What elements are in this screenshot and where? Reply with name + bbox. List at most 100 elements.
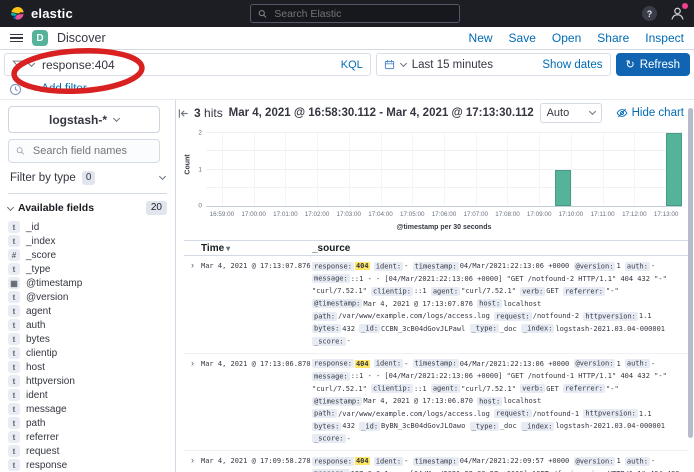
source-field-badge: clientip: xyxy=(371,287,413,296)
gridline xyxy=(412,133,413,206)
time-column-header[interactable]: Time▾ xyxy=(184,243,312,254)
gridline xyxy=(507,133,508,206)
index-pattern-select[interactable]: logstash-* xyxy=(8,106,160,133)
available-fields-header[interactable]: Available fields 20 xyxy=(8,194,167,220)
field-item-_type[interactable]: t_type xyxy=(8,262,167,276)
global-search[interactable] xyxy=(250,4,460,23)
source-field-badge: _id: xyxy=(359,422,380,431)
chart-plot[interactable]: 012 xyxy=(206,133,682,207)
field-item-httpversion[interactable]: thttpversion xyxy=(8,374,167,388)
source-value: 04/Mar/2021:22:13:06 +0000 xyxy=(460,360,570,368)
refresh-button[interactable]: ↻ Refresh xyxy=(616,53,691,76)
filter-by-type[interactable]: Filter by type 0 xyxy=(8,163,167,194)
date-picker[interactable]: Last 15 minutes Show dates xyxy=(376,53,611,76)
saved-query-icon[interactable] xyxy=(9,83,22,96)
source-value: CCBN_3cB04dGovJLPawl xyxy=(381,325,465,333)
histogram-bar[interactable] xyxy=(555,170,571,207)
source-value: "curl/7.52.1" xyxy=(461,385,516,393)
field-item-_id[interactable]: t_id xyxy=(8,220,167,234)
elastic-brand[interactable]: elastic xyxy=(10,6,73,21)
open-button[interactable]: Open xyxy=(552,31,581,45)
source-value: ::1 xyxy=(414,385,427,393)
x-tick-label: 17:12:00 xyxy=(622,211,647,218)
gridline xyxy=(349,133,350,206)
chevron-down-icon[interactable] xyxy=(28,59,35,66)
inspect-button[interactable]: Inspect xyxy=(645,31,684,45)
source-field-badge: _index: xyxy=(521,324,555,333)
collapse-sidebar-icon[interactable] xyxy=(178,108,189,119)
field-item-_index[interactable]: t_index xyxy=(8,234,167,248)
interval-select[interactable]: Auto xyxy=(540,103,602,123)
histogram-bar[interactable] xyxy=(666,133,682,206)
field-item-@timestamp[interactable]: ▦@timestamp xyxy=(8,276,167,290)
field-type-icon: t xyxy=(8,417,20,429)
query-language-button[interactable]: KQL xyxy=(341,59,363,71)
expand-row-icon[interactable]: › xyxy=(184,260,201,348)
field-search-input[interactable] xyxy=(31,144,152,158)
histogram-chart[interactable]: Count 012 16:59:0017:00:0017:01:0017:02:… xyxy=(184,127,688,237)
source-field-badge: auth: xyxy=(625,457,650,466)
field-item-response[interactable]: tresponse xyxy=(8,458,167,472)
query-input-box[interactable]: KQL xyxy=(4,53,371,76)
x-tick-label: 17:07:00 xyxy=(463,211,488,218)
top-menu: New Save Open Share Inspect xyxy=(469,31,684,45)
source-field-badge: ident: xyxy=(374,262,403,271)
x-tick-label: 17:09:00 xyxy=(527,211,552,218)
source-value: /var/www/example.com/logs/access.log xyxy=(338,410,490,418)
save-button[interactable]: Save xyxy=(509,31,536,45)
chevron-down-icon[interactable] xyxy=(400,59,407,66)
source-field-badge: _index: xyxy=(521,422,555,431)
field-label: request xyxy=(26,446,59,457)
help-icon[interactable]: ? xyxy=(642,6,657,21)
menu-icon[interactable] xyxy=(10,34,23,43)
sort-desc-icon: ▾ xyxy=(226,244,230,253)
field-type-icon: t xyxy=(8,361,20,373)
field-item-ident[interactable]: tident xyxy=(8,388,167,402)
user-avatar[interactable] xyxy=(669,5,686,22)
field-item-_score[interactable]: #_score xyxy=(8,248,167,262)
field-item-@version[interactable]: t@version xyxy=(8,290,167,304)
field-item-host[interactable]: thost xyxy=(8,360,167,374)
add-filter-button[interactable]: + Add filter xyxy=(32,83,87,95)
source-value: _doc xyxy=(500,325,517,333)
field-item-request[interactable]: trequest xyxy=(8,444,167,458)
source-field-badge: agent: xyxy=(431,287,460,296)
show-dates-button[interactable]: Show dates xyxy=(542,59,602,71)
expand-row-icon[interactable]: › xyxy=(184,455,201,472)
field-label: message xyxy=(26,404,67,415)
source-value: 1.1 xyxy=(639,312,652,320)
calendar-icon[interactable] xyxy=(384,59,395,70)
x-tick-label: 17:13:00 xyxy=(654,211,679,218)
global-search-input[interactable] xyxy=(272,7,452,21)
breadcrumb[interactable]: Discover xyxy=(57,31,106,45)
source-field-badge: _id: xyxy=(359,324,380,333)
new-button[interactable]: New xyxy=(469,31,493,45)
y-axis-title: Count xyxy=(185,154,192,174)
source-field-badge: verb: xyxy=(520,384,545,393)
field-item-referrer[interactable]: treferrer xyxy=(8,430,167,444)
field-item-path[interactable]: tpath xyxy=(8,416,167,430)
field-item-bytes[interactable]: tbytes xyxy=(8,332,167,346)
chevron-down-icon xyxy=(589,107,596,114)
field-item-clientip[interactable]: tclientip xyxy=(8,346,167,360)
table-row: ›Mar 4, 2021 @ 17:09:58.278response:404 … xyxy=(184,451,688,472)
row-source: response:404 ident:- timestamp:04/Mar/20… xyxy=(312,260,688,348)
expand-row-icon[interactable]: › xyxy=(184,358,201,446)
filter-menu-icon[interactable] xyxy=(12,59,23,70)
field-item-message[interactable]: tmessage xyxy=(8,402,167,416)
hide-chart-button[interactable]: Hide chart xyxy=(616,107,684,119)
field-search[interactable] xyxy=(8,139,160,163)
gridline xyxy=(285,133,286,206)
share-button[interactable]: Share xyxy=(597,31,629,45)
doc-rows: ›Mar 4, 2021 @ 17:13:07.876response:404 … xyxy=(184,256,688,472)
space-badge[interactable]: D xyxy=(32,30,48,46)
y-tick-label: 2 xyxy=(198,130,202,137)
source-field-badge: @timestamp: xyxy=(312,299,362,308)
query-input[interactable] xyxy=(40,57,335,73)
field-type-icon: t xyxy=(8,347,20,359)
time-range-value[interactable]: Last 15 minutes xyxy=(412,59,493,71)
field-item-auth[interactable]: tauth xyxy=(8,318,167,332)
field-item-agent[interactable]: tagent xyxy=(8,304,167,318)
scrollbar[interactable] xyxy=(688,108,693,438)
table-row: ›Mar 4, 2021 @ 17:13:07.876response:404 … xyxy=(184,256,688,354)
